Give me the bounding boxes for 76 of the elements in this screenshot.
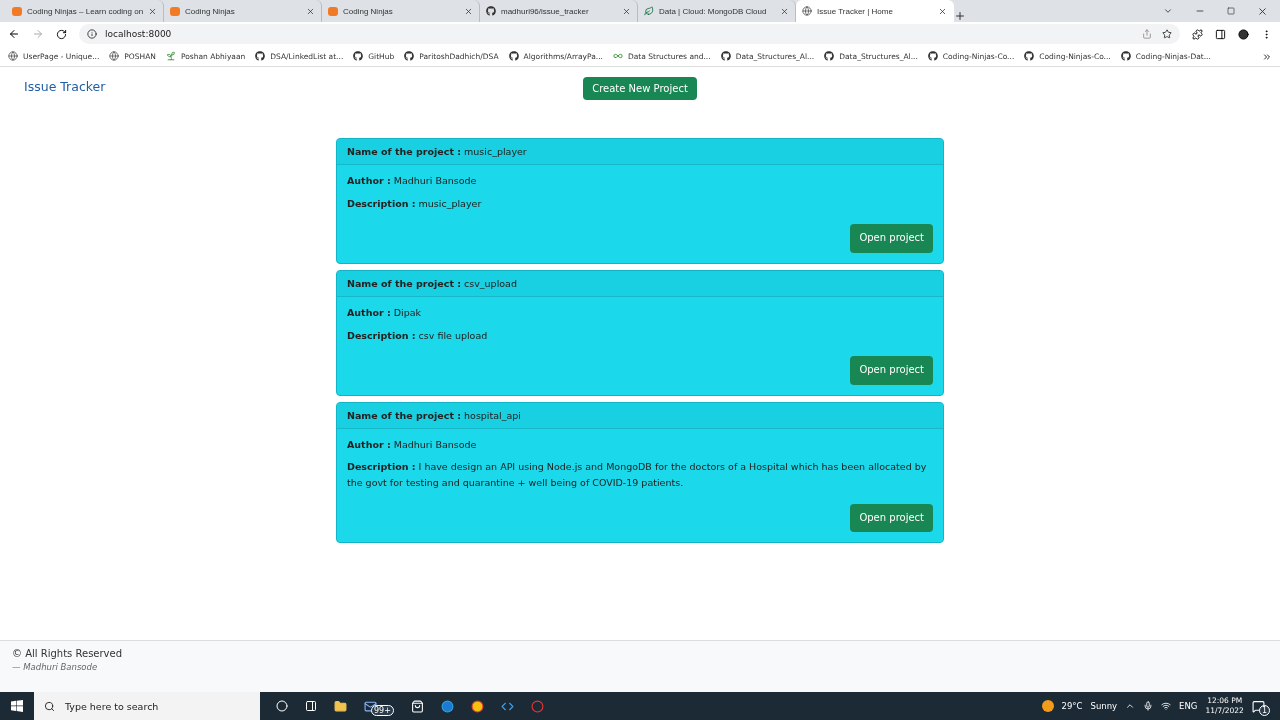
- brand-link[interactable]: Issue Tracker: [24, 79, 106, 94]
- chevron-down-icon[interactable]: [1163, 6, 1173, 16]
- infinity-icon: [612, 51, 623, 61]
- github-icon: [486, 6, 496, 16]
- avatar-icon[interactable]: [1238, 28, 1249, 40]
- language-indicator[interactable]: ENG: [1179, 701, 1198, 711]
- copyright-text: © All Rights Reserved: [12, 648, 124, 659]
- tab-title: Coding Ninjas: [343, 6, 394, 16]
- url-text: localhost:8000: [105, 29, 172, 39]
- notifications-icon[interactable]: [1251, 699, 1265, 713]
- project-description: Description : music_player: [347, 196, 483, 211]
- taskbar-search[interactable]: Type here to search: [34, 692, 260, 720]
- restore-icon[interactable]: [1227, 7, 1235, 15]
- project-description: Description : csv file upload: [347, 328, 489, 343]
- open-project-button[interactable]: Open project: [850, 224, 933, 253]
- project-author: Author : Dipak: [347, 305, 423, 320]
- address-bar[interactable]: localhost:8000: [79, 24, 1180, 44]
- folder-icon[interactable]: [334, 699, 347, 713]
- temperature: 29°C: [1061, 701, 1083, 711]
- github-icon: [255, 51, 266, 61]
- close-icon[interactable]: [148, 6, 158, 16]
- github-icon: [927, 51, 938, 61]
- globe-icon: [8, 51, 18, 61]
- leaf-icon: [644, 6, 654, 16]
- github-icon: [508, 51, 519, 61]
- project-description: Description : I have design an API using Node.js and MongoDB for the doctors of a Hospital which has been allocated by the govt for testing and quarantine + well being of COVID-19 patients.: [347, 460, 928, 491]
- tab-title: Issue Tracker | Home: [817, 6, 894, 16]
- github-icon: [1024, 51, 1035, 61]
- mail-badge: 99+: [371, 704, 394, 716]
- author-credit: — Madhuri Bansode: [12, 662, 99, 672]
- task-view-icon[interactable]: [305, 700, 317, 712]
- star-icon[interactable]: [1162, 29, 1172, 39]
- create-project-button[interactable]: Create New Project: [583, 77, 697, 100]
- tab-title: Coding Ninjas – Learn coding on: [27, 6, 144, 16]
- plus-icon[interactable]: [954, 10, 966, 22]
- tab-title: Coding Ninjas: [185, 6, 236, 16]
- globe-icon: [109, 51, 120, 61]
- close-icon[interactable]: [464, 6, 473, 16]
- project-name: Name of the project : music_player: [347, 146, 527, 157]
- github-icon: [1120, 51, 1131, 61]
- search-placeholder: Type here to search: [65, 700, 159, 712]
- side-panel-icon[interactable]: [1215, 28, 1226, 40]
- puzzle-icon[interactable]: [1192, 28, 1203, 40]
- microphone-icon[interactable]: [1143, 701, 1154, 711]
- back-icon[interactable]: [8, 28, 20, 40]
- github-icon: [404, 51, 415, 61]
- project-name: Name of the project : csv_upload: [347, 277, 517, 289]
- wifi-icon[interactable]: [1161, 701, 1172, 711]
- github-icon: [824, 51, 835, 61]
- chevrons-right-icon[interactable]: [1262, 51, 1272, 62]
- open-project-button[interactable]: Open project: [850, 503, 933, 533]
- project-author: Author : Madhuri Bansode: [347, 437, 478, 452]
- github-icon: [720, 51, 731, 61]
- info-icon: [87, 29, 97, 39]
- open-project-button[interactable]: Open project: [850, 356, 933, 385]
- close-icon[interactable]: [938, 6, 947, 16]
- close-icon[interactable]: [622, 6, 631, 16]
- tab-title: madhuri96/issue_tracker: [501, 6, 590, 16]
- store-icon[interactable]: [410, 699, 424, 713]
- browser-tab[interactable]: Issue Tracker | Home: [796, 0, 954, 22]
- weather-text: Sunny: [1090, 701, 1118, 711]
- close-icon[interactable]: [1257, 5, 1268, 17]
- reload-icon[interactable]: [56, 28, 67, 40]
- project-name: Name of the project : hospital_api: [347, 409, 521, 421]
- windows-logo-icon[interactable]: [11, 700, 23, 712]
- close-icon[interactable]: [306, 6, 315, 16]
- github-icon: [353, 51, 364, 61]
- globe-icon: [802, 6, 812, 16]
- sprout-icon: [165, 51, 176, 61]
- sun-icon: [1041, 700, 1054, 712]
- search-icon: [44, 700, 55, 712]
- close-icon[interactable]: [780, 6, 789, 16]
- tab-title: Data | Cloud: MongoDB Cloud: [659, 6, 768, 16]
- project-author: Author : Madhuri Bansode: [347, 174, 478, 188]
- chevron-up-icon[interactable]: [1125, 701, 1136, 711]
- notification-count: 1: [1258, 704, 1270, 716]
